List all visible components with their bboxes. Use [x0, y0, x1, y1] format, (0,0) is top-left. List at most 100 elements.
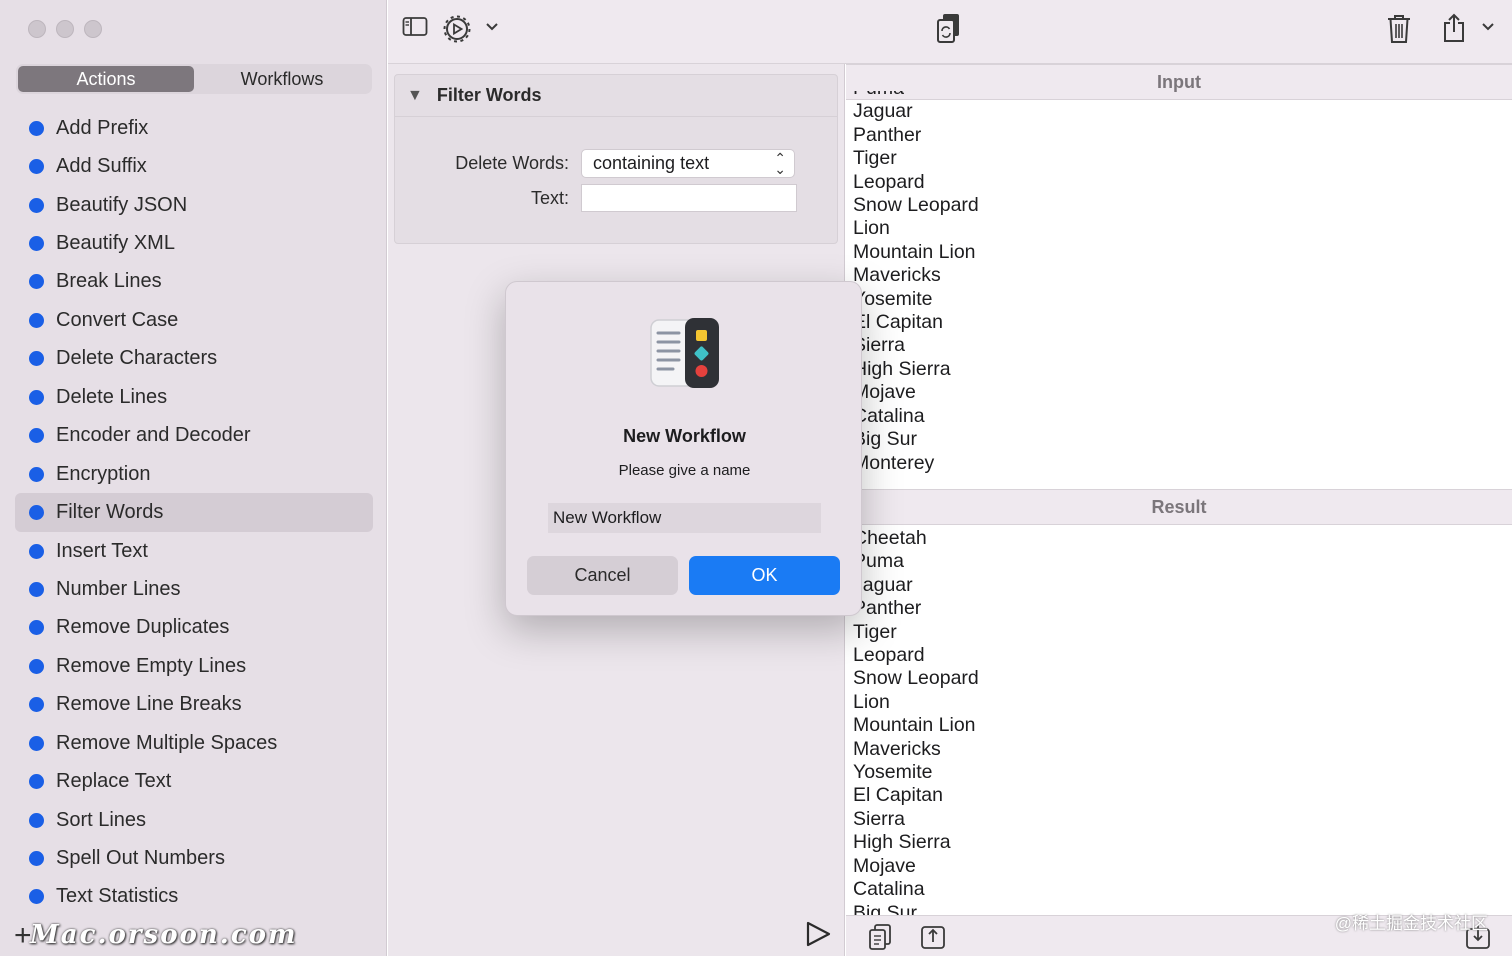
sidebar-item-label: Remove Duplicates	[56, 616, 230, 639]
sidebar-item[interactable]: Spell Out Numbers	[15, 839, 373, 877]
sidebar-item[interactable]: Remove Duplicates	[15, 609, 373, 647]
sidebar-item[interactable]: Add Prefix	[15, 109, 373, 147]
delete-words-select[interactable]: containing text ⌃ ⌄	[581, 149, 795, 178]
text-input[interactable]	[581, 184, 797, 212]
tab-actions[interactable]: Actions	[18, 66, 194, 92]
sidebar-item-label: Number Lines	[56, 577, 181, 600]
sidebar-item-label: Break Lines	[56, 270, 162, 293]
action-bullet-icon	[29, 774, 44, 790]
text-line: Mountain Lion	[853, 714, 976, 737]
sidebar-item-label: Beautify XML	[56, 232, 175, 255]
text-line: Snow Leopard	[853, 667, 979, 690]
text-line: Big Sur	[853, 428, 917, 451]
sidebar-item[interactable]: Replace Text	[15, 762, 373, 800]
sidebar-item[interactable]: Insert Text	[15, 532, 373, 570]
action-bullet-icon	[29, 658, 44, 674]
action-bullet-icon	[29, 312, 44, 328]
share-icon[interactable]	[1442, 13, 1466, 43]
sidebar-item-label: Encoder and Decoder	[56, 424, 251, 447]
text-line: Puma	[853, 91, 1503, 100]
filter-words-action-card: ▼ Filter Words Delete Words: containing …	[394, 74, 838, 244]
sidebar-item-label: Encryption	[56, 462, 151, 485]
text-line: Lion	[853, 217, 890, 240]
sidebar-item-label: Add Suffix	[56, 155, 147, 178]
text-line: Sierra	[853, 807, 906, 830]
export-icon[interactable]	[920, 924, 946, 950]
text-line: Mojave	[853, 381, 916, 404]
sidebar-item[interactable]: Remove Line Breaks	[15, 686, 373, 724]
text-line: Catalina	[853, 404, 925, 427]
sidebar-item[interactable]: Encryption	[15, 455, 373, 493]
add-button[interactable]: +	[14, 921, 32, 951]
sidebar-item[interactable]: Sort Lines	[15, 801, 373, 839]
text-line: Cheetah	[853, 527, 927, 549]
result-text-area[interactable]: Cheetah Puma Jaguar Panther Tiger Leopard Snow…	[853, 527, 1503, 915]
actions-list: Add Prefix Add Suffix Beautify JSON Beautif…	[15, 109, 373, 916]
text-line: Snow Leopard	[853, 194, 979, 217]
input-text-area[interactable]: PumaJaguarPantherTigerLeopardSnow Leopar…	[853, 91, 1503, 488]
sidebar-item-label: Text Statistics	[56, 885, 179, 908]
close-window-button[interactable]	[28, 20, 46, 38]
share-chevron-icon[interactable]	[1481, 22, 1495, 32]
action-bullet-icon	[29, 505, 44, 521]
sidebar-item-label: Spell Out Numbers	[56, 847, 225, 870]
text-line: El Capitan	[853, 784, 943, 807]
text-line: Leopard	[853, 644, 925, 667]
sidebar-item-label: Remove Multiple Spaces	[56, 731, 278, 754]
sidebar-item[interactable]: Encoder and Decoder	[15, 417, 373, 455]
text-line: Catalina	[853, 878, 925, 901]
sidebar-toggle-icon[interactable]	[402, 16, 428, 38]
sidebar-item[interactable]: Remove Empty Lines	[15, 647, 373, 685]
text-line: Mountain Lion	[853, 240, 976, 263]
chevron-down-icon[interactable]	[485, 22, 499, 32]
action-bullet-icon	[29, 620, 44, 636]
new-workflow-dialog: New Workflow Please give a name New Work…	[505, 281, 862, 616]
action-bullet-icon	[29, 851, 44, 867]
toolbar	[388, 0, 1512, 64]
sidebar: Actions Workflows Add Prefix Add Suffix Be…	[0, 0, 387, 956]
trash-icon[interactable]	[1386, 14, 1412, 44]
text-line: Puma	[853, 550, 904, 573]
copy-icon[interactable]	[868, 923, 892, 951]
play-icon[interactable]	[804, 920, 832, 953]
cancel-button[interactable]: Cancel	[527, 556, 678, 595]
action-bullet-icon	[29, 197, 44, 213]
action-card-header[interactable]: ▼ Filter Words	[395, 75, 837, 117]
action-bullet-icon	[29, 466, 44, 482]
disclosure-triangle-icon[interactable]: ▼	[407, 87, 423, 105]
sidebar-item-label: Filter Words	[56, 501, 164, 524]
delete-words-label: Delete Words:	[455, 153, 569, 173]
minimize-window-button[interactable]	[56, 20, 74, 38]
sidebar-segmented-control: Actions Workflows	[16, 64, 372, 94]
sidebar-item[interactable]: Number Lines	[15, 570, 373, 608]
sidebar-item-label: Sort Lines	[56, 808, 147, 831]
text-line: Yosemite	[853, 287, 933, 310]
watermark-text-bottom: @稀土掘金技术社区	[1334, 914, 1488, 933]
text-line: Yosemite	[853, 761, 933, 784]
sidebar-item[interactable]: Remove Multiple Spaces	[15, 724, 373, 762]
sidebar-item[interactable]: Delete Characters	[15, 340, 373, 378]
sidebar-item[interactable]: Filter Words	[15, 493, 373, 532]
action-bullet-icon	[29, 389, 44, 405]
tab-workflows[interactable]: Workflows	[194, 66, 370, 92]
sidebar-item[interactable]: Break Lines	[15, 263, 373, 301]
ok-button[interactable]: OK	[689, 556, 840, 595]
text-line: Mavericks	[853, 264, 941, 287]
dialog-message: Please give a name	[618, 462, 751, 479]
sidebar-item[interactable]: Delete Lines	[15, 378, 373, 416]
sidebar-item[interactable]: Convert Case	[15, 301, 373, 339]
sidebar-item[interactable]: Beautify JSON	[15, 186, 373, 224]
sidebar-item[interactable]: Beautify XML	[15, 224, 373, 262]
action-bullet-icon	[29, 428, 44, 444]
sidebar-item[interactable]: Add Suffix	[15, 147, 373, 185]
copy-sync-icon[interactable]	[936, 12, 962, 44]
action-bullet-icon	[29, 236, 44, 252]
action-bullet-icon	[29, 812, 44, 828]
app-icon	[649, 316, 721, 397]
sidebar-item[interactable]: Text Statistics	[15, 878, 373, 916]
text-line: High Sierra	[853, 831, 951, 854]
zoom-window-button[interactable]	[84, 20, 102, 38]
workflow-name-input[interactable]: New Workflow	[548, 503, 821, 533]
gear-run-icon[interactable]	[443, 15, 471, 43]
window-controls	[28, 20, 102, 38]
